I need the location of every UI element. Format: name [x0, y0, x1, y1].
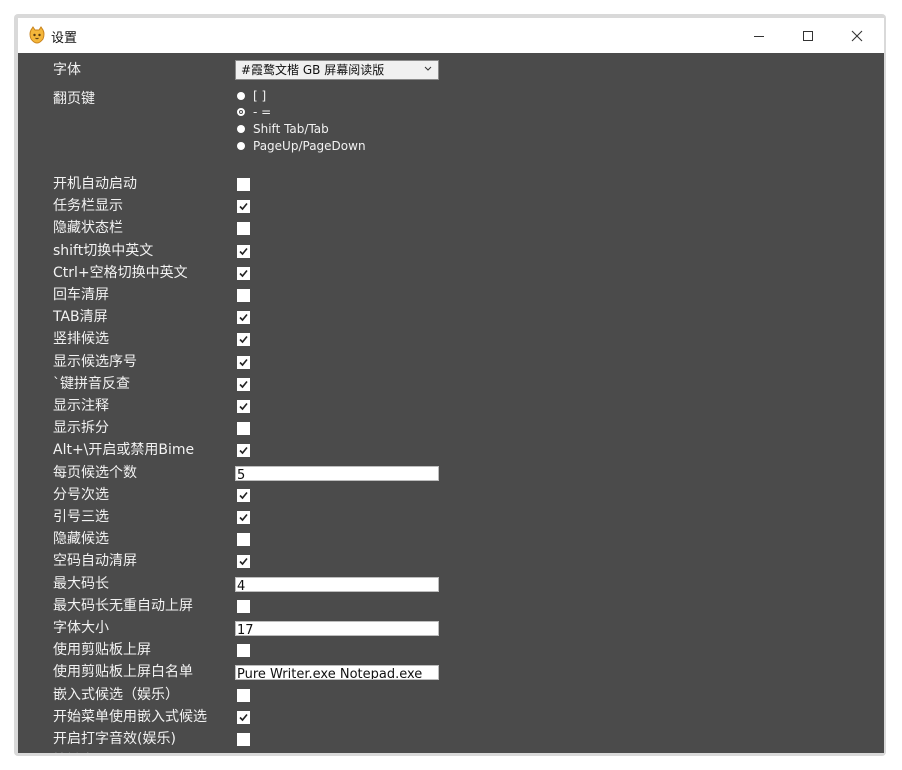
window-title: 设置 — [51, 31, 78, 46]
setting-label: `键拼音反查 — [53, 375, 130, 392]
checkbox-checked[interactable] — [237, 266, 250, 280]
checkbox-unchecked[interactable] — [237, 533, 250, 547]
checkmark-icon — [239, 380, 248, 388]
maximize-icon — [803, 30, 813, 41]
checkbox-checked[interactable] — [237, 400, 250, 413]
checkbox-checked[interactable] — [237, 311, 250, 325]
setting-text-input[interactable]: 4 — [235, 576, 439, 592]
setting-label: 显示拆分 — [53, 420, 109, 437]
checkbox-checked[interactable] — [237, 488, 250, 502]
checkbox-checked[interactable] — [237, 377, 250, 391]
setting-label: 使用剪贴板上屏 — [53, 642, 151, 659]
setting-label: 隐藏状态栏 — [53, 220, 123, 237]
maximize-button[interactable] — [784, 18, 832, 53]
checkbox-unchecked[interactable] — [237, 644, 250, 658]
checkbox-unchecked[interactable] — [237, 688, 250, 702]
checkmark-icon — [239, 558, 248, 566]
checkmark-icon — [239, 358, 248, 366]
setting-label: 分号次选 — [53, 486, 109, 503]
radio-option-shift-tab[interactable]: Shift Tab/Tab — [237, 121, 329, 137]
checkmark-icon — [239, 513, 248, 522]
checkmark-icon — [239, 713, 248, 721]
setting-label: 显示注释 — [53, 398, 109, 414]
cat-icon — [29, 26, 45, 44]
radio-option-brackets[interactable]: [ ] — [237, 88, 266, 104]
setting-label: 开机自动启动 — [53, 176, 137, 192]
checkbox-checked[interactable] — [237, 555, 250, 569]
radio-button[interactable] — [237, 142, 245, 150]
checkbox-checked[interactable] — [237, 244, 250, 258]
radio-button[interactable] — [237, 92, 245, 100]
radio-option-pageup-pagedown[interactable]: PageUp/PageDown — [237, 138, 366, 154]
setting-label: 字体大小 — [53, 620, 109, 636]
checkbox-checked[interactable] — [237, 710, 250, 724]
checkbox-checked[interactable] — [237, 333, 250, 347]
checkbox-unchecked[interactable] — [237, 422, 250, 436]
setting-label: 开启打字音效(娱乐) — [53, 731, 176, 747]
setting-text-input[interactable]: 17 — [235, 621, 439, 636]
setting-label: shift切换中英文 — [53, 242, 154, 259]
checkmark-icon — [239, 314, 248, 322]
checkmark-icon — [239, 247, 248, 255]
radio-label: PageUp/PageDown — [253, 139, 366, 153]
setting-label: 回车清屏 — [53, 287, 109, 303]
setting-label: TAB清屏 — [53, 309, 108, 326]
radio-button[interactable] — [237, 125, 245, 133]
radio-label: - = — [253, 105, 272, 119]
checkmark-icon — [239, 402, 248, 411]
checkmark-icon — [239, 269, 248, 277]
setting-label: 任务栏显示 — [53, 198, 123, 215]
checkmark-icon — [239, 336, 248, 344]
setting-label: 使用剪贴板上屏白名单 — [53, 664, 193, 681]
setting-label: 竖排候选 — [53, 331, 109, 348]
radio-option-minus-equal[interactable]: - = — [237, 104, 271, 120]
setting-text-input[interactable]: 5 — [235, 465, 439, 481]
setting-label: 空码自动清屏 — [53, 553, 137, 570]
checkmark-icon — [239, 491, 248, 499]
font-select[interactable]: #霞鹜文楷 GB 屏幕阅读版 — [235, 60, 439, 80]
setting-label: 显示候选序号 — [53, 353, 137, 370]
title-bar[interactable]: 设置 — [18, 18, 884, 54]
page-key-label: 翻页键 — [53, 91, 95, 107]
settings-window: 设置 字体 #霞鹜文楷 GB 屏幕阅读版 翻页键 [] - = Shift T… — [18, 18, 884, 753]
radio-label: Shift Tab/Tab — [253, 122, 329, 136]
minimize-button[interactable] — [735, 18, 783, 53]
setting-label: Ctrl+空格切换中英文 — [53, 264, 188, 281]
setting-label: 每页候选个数 — [53, 464, 137, 481]
chevron-down-icon — [424, 66, 432, 71]
setting-label: 最大码长 — [53, 575, 109, 592]
close-icon — [851, 30, 863, 41]
settings-panel: 字体 #霞鹜文楷 GB 屏幕阅读版 翻页键 [ ] - = Shift Tab/… — [18, 53, 884, 753]
checkbox-unchecked[interactable] — [237, 733, 250, 746]
checkbox-unchecked[interactable] — [237, 178, 250, 191]
checkmark-icon — [239, 447, 248, 455]
setting-label: 最大码长无重自动上屏 — [53, 597, 193, 614]
checkbox-unchecked[interactable] — [237, 222, 250, 236]
radio-label: [ ] — [253, 89, 267, 103]
checkbox-checked[interactable] — [237, 355, 250, 369]
checkbox-checked[interactable] — [237, 444, 250, 458]
setting-label: 开始菜单使用嵌入式候选 — [53, 708, 207, 725]
checkbox-unchecked[interactable] — [237, 599, 250, 613]
checkbox-checked[interactable] — [237, 200, 250, 214]
setting-label: 嵌入式候选（娱乐） — [53, 686, 179, 703]
setting-text-input[interactable]: Pure Writer.exe Notepad.exe — [235, 665, 439, 681]
minimize-icon — [754, 35, 764, 37]
font-select-value: #霞鹜文楷 GB 屏幕阅读版 — [241, 63, 385, 77]
checkmark-icon — [239, 203, 248, 211]
radio-button-selected[interactable] — [237, 108, 245, 116]
setting-label: 隐藏候选 — [53, 531, 109, 548]
close-button[interactable] — [833, 18, 881, 53]
setting-label: 按键音量0~100 — [53, 752, 156, 753]
checkbox-checked[interactable] — [237, 511, 250, 524]
font-label: 字体 — [53, 62, 81, 78]
setting-label: Alt+\开启或禁用Bime — [53, 442, 195, 459]
setting-label: 引号三选 — [53, 509, 109, 525]
checkbox-unchecked[interactable] — [237, 289, 250, 302]
